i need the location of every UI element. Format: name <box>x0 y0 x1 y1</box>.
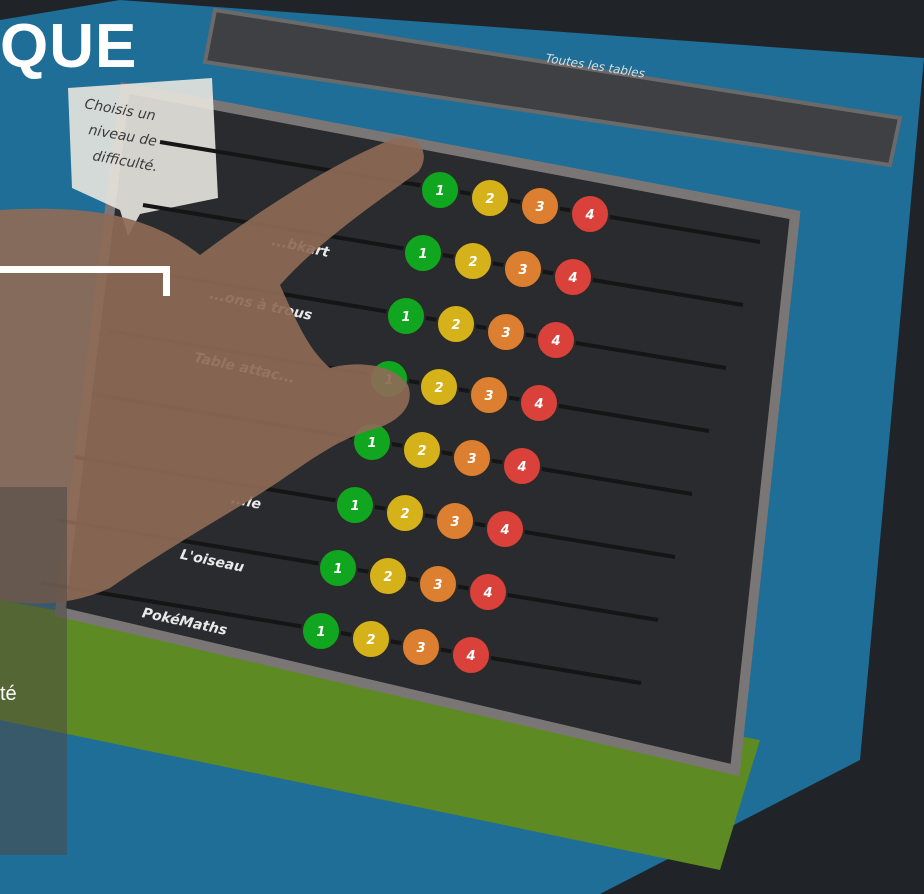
level-4-button[interactable]: 4 <box>553 257 593 297</box>
svg-text:1: 1 <box>350 499 359 514</box>
level-2-button[interactable]: 2 <box>470 178 510 218</box>
level-3-button[interactable]: 3 <box>435 501 475 541</box>
svg-text:4: 4 <box>516 460 526 475</box>
svg-text:3: 3 <box>416 641 425 656</box>
svg-text:2: 2 <box>383 570 392 585</box>
level-4-button[interactable]: 4 <box>468 572 508 612</box>
svg-text:1: 1 <box>316 625 325 640</box>
speech-bubble-text: Choisis unniveau dedifficulté. <box>83 96 159 175</box>
svg-text:2: 2 <box>451 318 460 333</box>
svg-text:1: 1 <box>418 247 427 262</box>
level-1-button[interactable]: 1 <box>403 233 443 273</box>
level-4-button[interactable]: 4 <box>451 635 491 675</box>
svg-text:2: 2 <box>485 192 494 207</box>
level-3-button[interactable]: 3 <box>520 186 560 226</box>
svg-text:1: 1 <box>333 562 342 577</box>
level-3-button[interactable]: 3 <box>503 249 543 289</box>
level-2-button[interactable]: 2 <box>385 493 425 533</box>
svg-text:4: 4 <box>499 523 509 538</box>
level-3-button[interactable]: 3 <box>452 438 492 478</box>
svg-text:4: 4 <box>567 271 577 286</box>
level-2-button[interactable]: 2 <box>419 367 459 407</box>
svg-text:3: 3 <box>467 452 476 467</box>
level-4-button[interactable]: 4 <box>519 383 559 423</box>
level-1-button[interactable]: 1 <box>420 170 460 210</box>
svg-text:3: 3 <box>433 578 442 593</box>
level-3-button[interactable]: 3 <box>401 627 441 667</box>
svg-text:3: 3 <box>535 200 544 215</box>
level-3-button[interactable]: 3 <box>486 312 526 352</box>
page-headline: QUE <box>0 12 138 81</box>
svg-text:2: 2 <box>434 381 443 396</box>
svg-text:4: 4 <box>533 397 543 412</box>
side-panel <box>0 487 67 855</box>
svg-text:3: 3 <box>484 389 493 404</box>
accent-bracket <box>0 266 170 296</box>
svg-text:2: 2 <box>366 633 375 648</box>
svg-text:1: 1 <box>367 436 376 451</box>
svg-text:2: 2 <box>400 507 409 522</box>
level-3-button[interactable]: 3 <box>418 564 458 604</box>
svg-text:1: 1 <box>401 310 410 325</box>
level-1-button[interactable]: 1 <box>301 611 341 651</box>
panel-text: té <box>0 683 17 705</box>
level-2-button[interactable]: 2 <box>453 241 493 281</box>
level-3-button[interactable]: 3 <box>469 375 509 415</box>
svg-text:4: 4 <box>465 649 475 664</box>
svg-text:3: 3 <box>501 326 510 341</box>
svg-text:2: 2 <box>468 255 477 270</box>
level-1-button[interactable]: 1 <box>335 485 375 525</box>
svg-text:3: 3 <box>450 515 459 530</box>
svg-text:1: 1 <box>435 184 444 199</box>
level-4-button[interactable]: 4 <box>485 509 525 549</box>
level-1-button[interactable]: 1 <box>318 548 358 588</box>
level-4-button[interactable]: 4 <box>536 320 576 360</box>
svg-text:4: 4 <box>584 208 594 223</box>
svg-text:3: 3 <box>518 263 527 278</box>
svg-text:2: 2 <box>417 444 426 459</box>
level-2-button[interactable]: 2 <box>402 430 442 470</box>
level-2-button[interactable]: 2 <box>351 619 391 659</box>
level-4-button[interactable]: 4 <box>502 446 542 486</box>
tablet-scene: Toutes les tables Choisis unniveau dedif… <box>0 0 924 894</box>
svg-text:4: 4 <box>550 334 560 349</box>
level-1-button[interactable]: 1 <box>386 296 426 336</box>
level-2-button[interactable]: 2 <box>436 304 476 344</box>
level-4-button[interactable]: 4 <box>570 194 610 234</box>
level-2-button[interactable]: 2 <box>368 556 408 596</box>
svg-text:4: 4 <box>482 586 492 601</box>
